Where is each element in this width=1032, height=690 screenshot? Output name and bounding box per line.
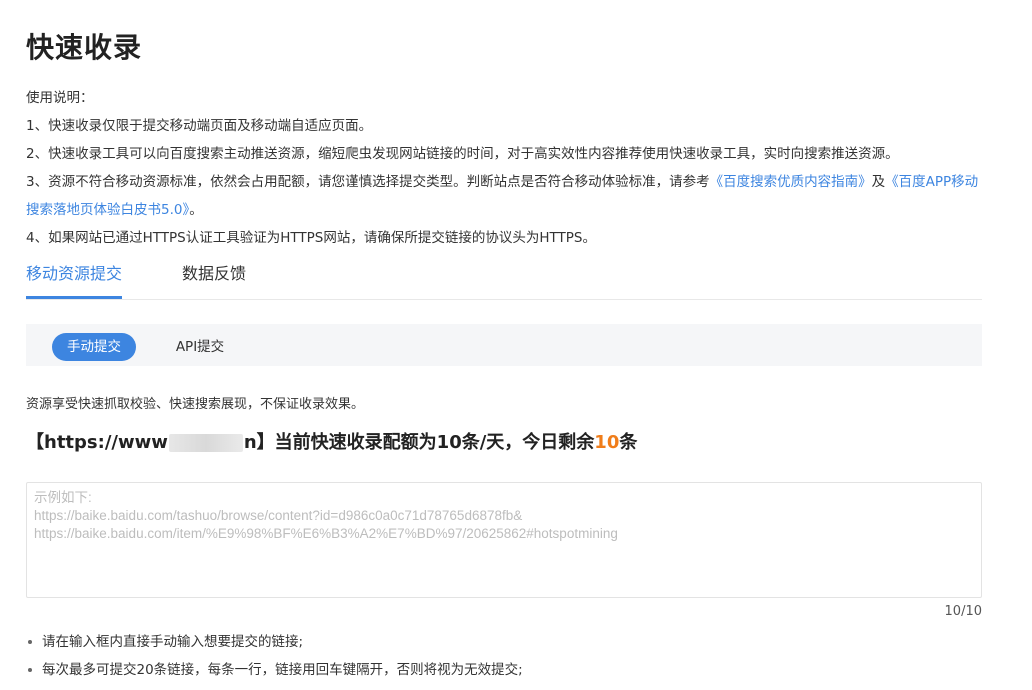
resource-note: 资源享受快速抓取校验、快速搜索展现，不保证收录效果。 [26,397,365,412]
usage-item-2: 2、快速收录工具可以向百度搜索主动推送资源，缩短爬虫发现网站链接的时间，对于高实… [26,146,899,162]
quota-unit: 条 [619,432,638,453]
tab-mobile-resource-submit[interactable]: 移动资源提交 [26,260,122,299]
api-submit-button[interactable]: API提交 [160,333,240,361]
url-input[interactable]: 示例如下: https://baike.baidu.com/tashuo/bro… [27,483,981,597]
quota-text: n】当前快速收录配额为10条/天，今日剩余 [243,432,595,453]
quota-remaining: 10 [594,432,620,453]
content-guide-link[interactable]: 《百度搜索优质内容指南》 [710,174,872,190]
usage-heading: 使用说明： [26,90,94,106]
tab-data-feedback[interactable]: 数据反馈 [182,260,262,300]
usage-item-3-text: 3、资源不符合移动资源标准，依然会占用配额，请您谨慎选择提交类型。判断站点是否符… [26,174,710,190]
quota-heading: 【https://www n】当前快速收录配额为10条/天，今日剩余10条 [26,428,637,454]
tip-item: 请在输入框内直接手动输入想要提交的链接; [26,628,523,656]
usage-item-3-and: 及 [871,174,886,190]
placeholder-line: https://baike.baidu.com/item/%E9%98%BF%E… [34,526,618,541]
usage-item-1: 1、快速收录仅限于提交移动端页面及移动端自适应页面。 [26,118,373,134]
submit-mode-bar: 手动提交 API提交 [26,324,982,366]
usage-instructions: 使用说明： 1、快速收录仅限于提交移动端页面及移动端自适应页面。 2、快速收录工… [26,84,986,252]
usage-item-3: 3、资源不符合移动资源标准，依然会占用配额，请您谨慎选择提交类型。判断站点是否符… [26,168,986,224]
placeholder-line: 示例如下: [34,490,92,505]
usage-item-3-end: 。 [189,202,203,218]
usage-item-4: 4、如果网站已通过HTTPS认证工具验证为HTTPS网站，请确保所提交链接的协议… [26,230,596,246]
tip-item: 每次最多可提交20条链接，每条一行，链接用回车键隔开，否则将视为无效提交; [26,656,523,684]
placeholder-line: https://baike.baidu.com/tashuo/browse/co… [34,508,523,523]
manual-submit-button[interactable]: 手动提交 [52,333,136,361]
resource-tabs: 移动资源提交 数据反馈 [26,260,982,300]
redacted-domain [168,434,243,452]
tips-list: 请在输入框内直接手动输入想要提交的链接; 每次最多可提交20条链接，每条一行，链… [26,628,523,684]
url-input-box[interactable]: 示例如下: https://baike.baidu.com/tashuo/bro… [26,482,982,598]
url-counter: 10/10 [944,604,982,619]
quota-site-prefix: 【https://www [26,432,168,453]
page-title: 快速收录 [26,31,143,64]
